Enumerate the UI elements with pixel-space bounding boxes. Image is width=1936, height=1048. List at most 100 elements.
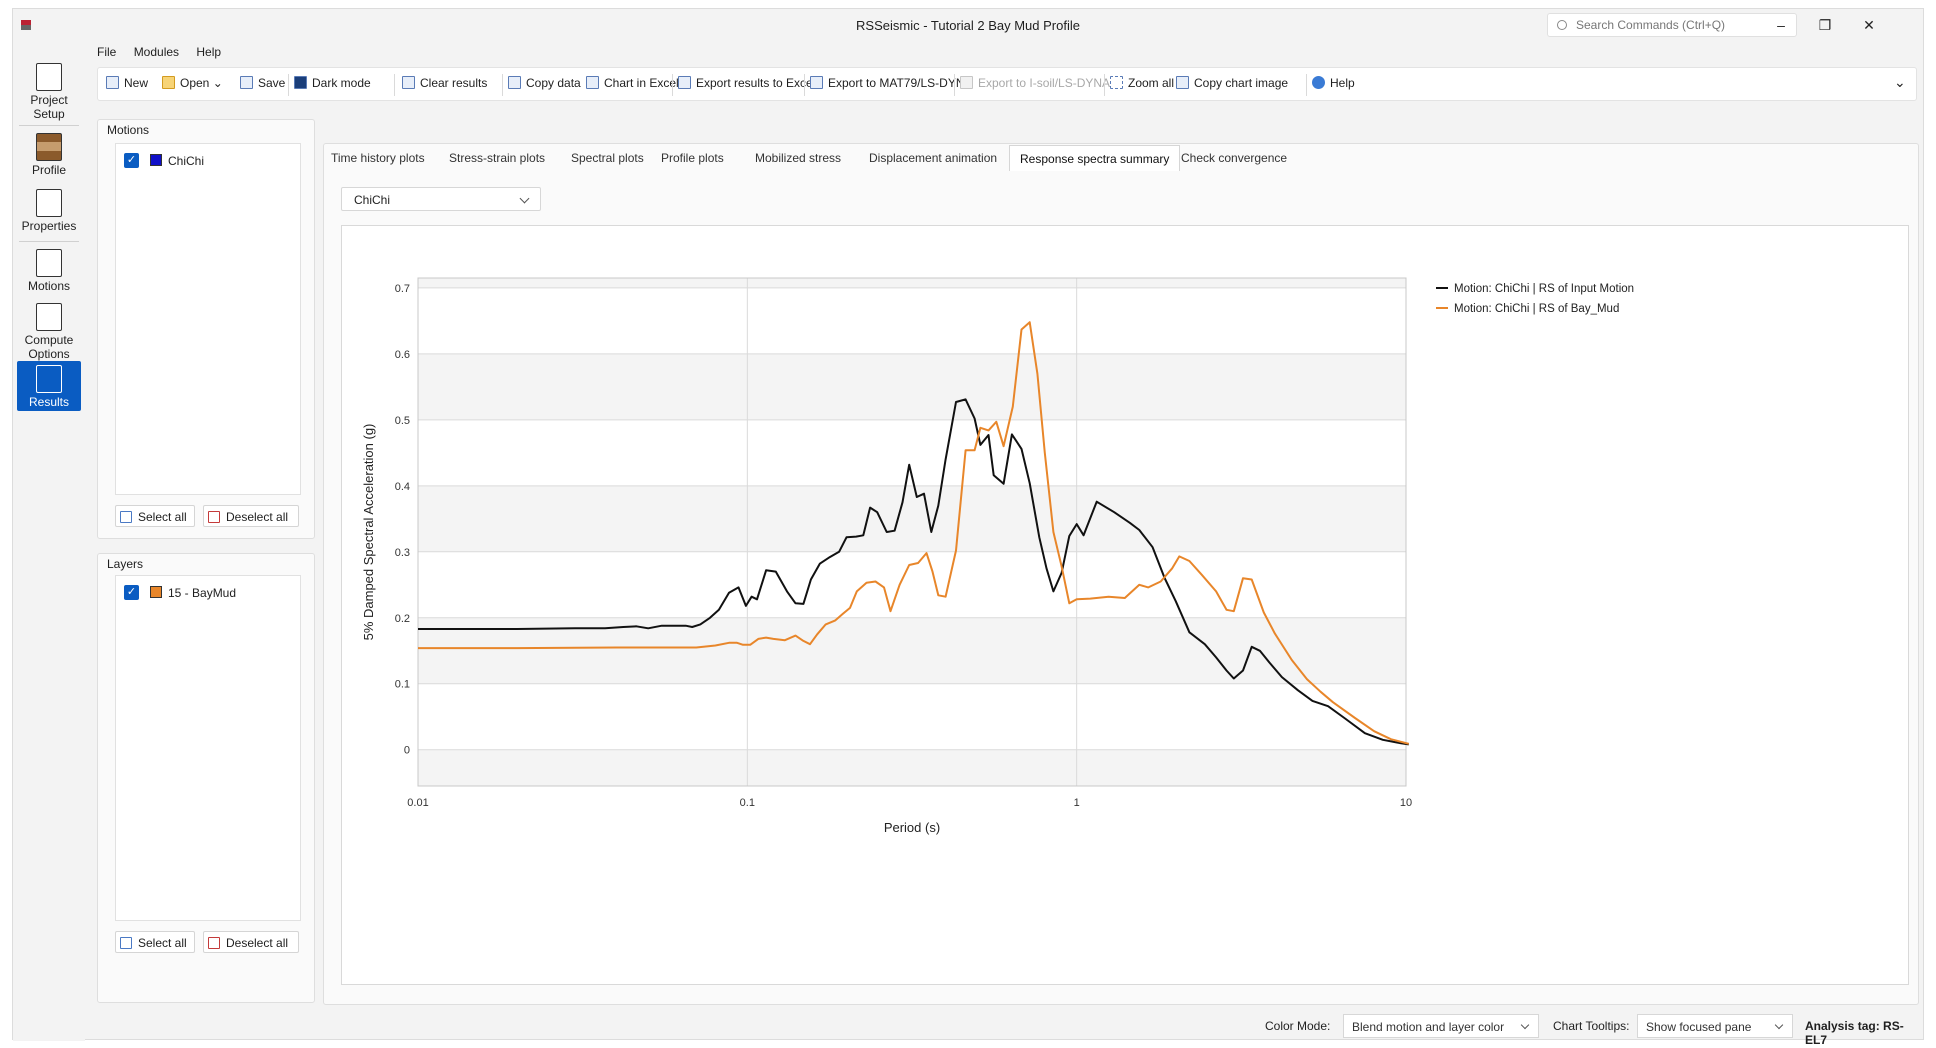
menu-modules[interactable]: Modules (134, 45, 179, 59)
export-icon (810, 76, 823, 89)
response-spectra-chart[interactable]: 0 0.1 0.2 0.3 0.4 0.5 0.6 0.7 0.01 0.1 1 10 Period (… (342, 226, 1908, 984)
y-tick-label: 0.6 (395, 349, 410, 361)
chevron-down-icon (1774, 1020, 1784, 1030)
chart-tooltips-label: Chart Tooltips: (1553, 1019, 1630, 1033)
motion-label: ChiChi (168, 154, 205, 168)
sidebar-item-project-setup[interactable]: Project Setup (17, 63, 81, 121)
export-mat79-button[interactable]: Export to MAT79/LS-DYNA (810, 76, 973, 94)
plot-band (418, 353, 1406, 420)
new-file-icon (106, 76, 119, 89)
plot-band (418, 485, 1406, 552)
sidebar-item-profile[interactable]: Profile (17, 133, 81, 177)
tab-time-history-plots[interactable]: Time history plots (331, 145, 425, 171)
chevron-down-icon (519, 193, 530, 204)
motions-icon (36, 249, 62, 277)
x-tick-label: 0.01 (407, 797, 428, 809)
motions-deselect-all-button[interactable]: Deselect all (203, 505, 299, 527)
zoom-all-button[interactable]: Zoom all (1110, 76, 1174, 94)
layers-select-all-button[interactable]: Select all (115, 931, 195, 953)
plot-band (418, 749, 1406, 786)
layer-color-swatch (150, 586, 162, 598)
results-icon (36, 365, 62, 393)
search-commands-input[interactable]: Search Commands (Ctrl+Q) (1547, 13, 1797, 37)
toolbar-expand-chevron-icon[interactable]: ⌄ (1894, 74, 1906, 92)
legend-entry-1: Motion: ChiChi | RS of Input Motion (1454, 283, 1634, 295)
y-tick-label: 0.3 (395, 547, 410, 559)
export-results-excel-button[interactable]: Export results to Excel (678, 76, 815, 94)
new-button[interactable]: New (106, 76, 148, 94)
y-axis-label: 5% Damped Spectral Acceleration (g) (361, 424, 376, 641)
deselect-all-icon (208, 511, 220, 523)
tab-mobilized-stress[interactable]: Mobilized stress (755, 145, 841, 171)
x-tick-label: 0.1 (740, 797, 755, 809)
sidebar-item-motions[interactable]: Motions (17, 249, 81, 293)
x-tick-label: 1 (1074, 797, 1080, 809)
clear-results-button[interactable]: Clear results (402, 76, 487, 94)
open-button[interactable]: Open ⌄ (162, 76, 223, 94)
close-button[interactable]: ✕ (1849, 13, 1889, 37)
select-all-icon (120, 511, 132, 523)
sidebar-label: Profile (31, 163, 66, 177)
layers-list: ✓ 15 - BayMud (115, 575, 301, 921)
search-icon (1557, 20, 1567, 30)
sidebar-item-results[interactable]: Results (17, 361, 81, 411)
restore-button[interactable]: ❐ (1805, 13, 1845, 37)
tab-spectral-plots[interactable]: Spectral plots (571, 145, 644, 171)
y-tick-label: 0.1 (395, 679, 410, 691)
sidebar-label: Setup (33, 107, 65, 121)
select-all-icon (120, 937, 132, 949)
x-tick-label: 10 (1400, 797, 1412, 809)
sidebar-label: Compute (24, 333, 74, 347)
dark-mode-button[interactable]: Dark mode (294, 76, 371, 94)
project-setup-icon (36, 63, 62, 91)
copy-data-button[interactable]: Copy data (508, 76, 581, 94)
copy-data-icon (508, 76, 521, 89)
color-mode-dropdown[interactable]: Blend motion and layer color (1343, 1014, 1539, 1038)
sidebar-label: Options (28, 347, 70, 361)
motion-checkbox[interactable]: ✓ (124, 153, 139, 168)
plot-band (418, 278, 1406, 288)
motions-select-all-button[interactable]: Select all (115, 505, 195, 527)
analysis-tag: Analysis tag: RS-EL7 (1805, 1019, 1904, 1047)
save-button[interactable]: Save (240, 76, 285, 94)
zoom-all-icon (1110, 76, 1123, 89)
save-icon (240, 76, 253, 89)
help-icon (1312, 76, 1325, 89)
tab-displacement-animation[interactable]: Displacement animation (869, 145, 997, 171)
menu-file[interactable]: File (97, 45, 116, 59)
layer-label: 15 - BayMud (168, 586, 237, 600)
motions-list: ✓ ChiChi (115, 143, 301, 495)
sidebar-item-properties[interactable]: Properties (17, 189, 81, 233)
menu-bar: File Modules Help (97, 45, 235, 63)
status-bar: Color Mode: Blend motion and layer color… (13, 1011, 1923, 1047)
copy-chart-image-button[interactable]: Copy chart image (1176, 76, 1288, 94)
chart-in-excel-button[interactable]: Chart in Excel (586, 76, 679, 94)
motion-dropdown[interactable]: ChiChi (341, 187, 541, 211)
color-mode-label: Color Mode: (1265, 1019, 1331, 1033)
chart-tooltips-dropdown[interactable]: Show focused pane (1637, 1014, 1793, 1038)
compute-options-icon (36, 303, 62, 331)
tab-check-convergence[interactable]: Check convergence (1181, 145, 1287, 171)
menu-help[interactable]: Help (196, 45, 221, 59)
tab-response-spectra-summary[interactable]: Response spectra summary (1009, 145, 1181, 171)
sidebar-label: Results (28, 395, 69, 409)
clear-results-icon (402, 76, 415, 89)
export-isoil-button[interactable]: Export to I-soil/LS-DYNA (960, 76, 1110, 94)
y-tick-label: 0.2 (395, 613, 410, 625)
properties-icon (36, 189, 62, 217)
sidebar-label: Project (30, 93, 68, 107)
minimize-button[interactable]: – (1761, 13, 1801, 37)
layer-checkbox[interactable]: ✓ (124, 585, 139, 600)
tab-stress-strain-plots[interactable]: Stress-strain plots (449, 145, 545, 171)
title-bar: RSSeismic - Tutorial 2 Bay Mud Profile S… (13, 9, 1923, 41)
help-button[interactable]: Help (1312, 76, 1355, 94)
sidebar-item-compute-options[interactable]: Compute Options (17, 303, 81, 361)
y-tick-label: 0 (404, 745, 410, 757)
sidebar-label: Properties (21, 219, 77, 233)
tab-profile-plots[interactable]: Profile plots (661, 145, 724, 171)
export-icon (960, 76, 973, 89)
chart-container: 0 0.1 0.2 0.3 0.4 0.5 0.6 0.7 0.01 0.1 1 10 Period (… (341, 225, 1909, 985)
layers-deselect-all-button[interactable]: Deselect all (203, 931, 299, 953)
chevron-down-icon: ⌄ (212, 76, 223, 90)
legend-entry-2: Motion: ChiChi | RS of Bay_Mud (1454, 303, 1619, 315)
